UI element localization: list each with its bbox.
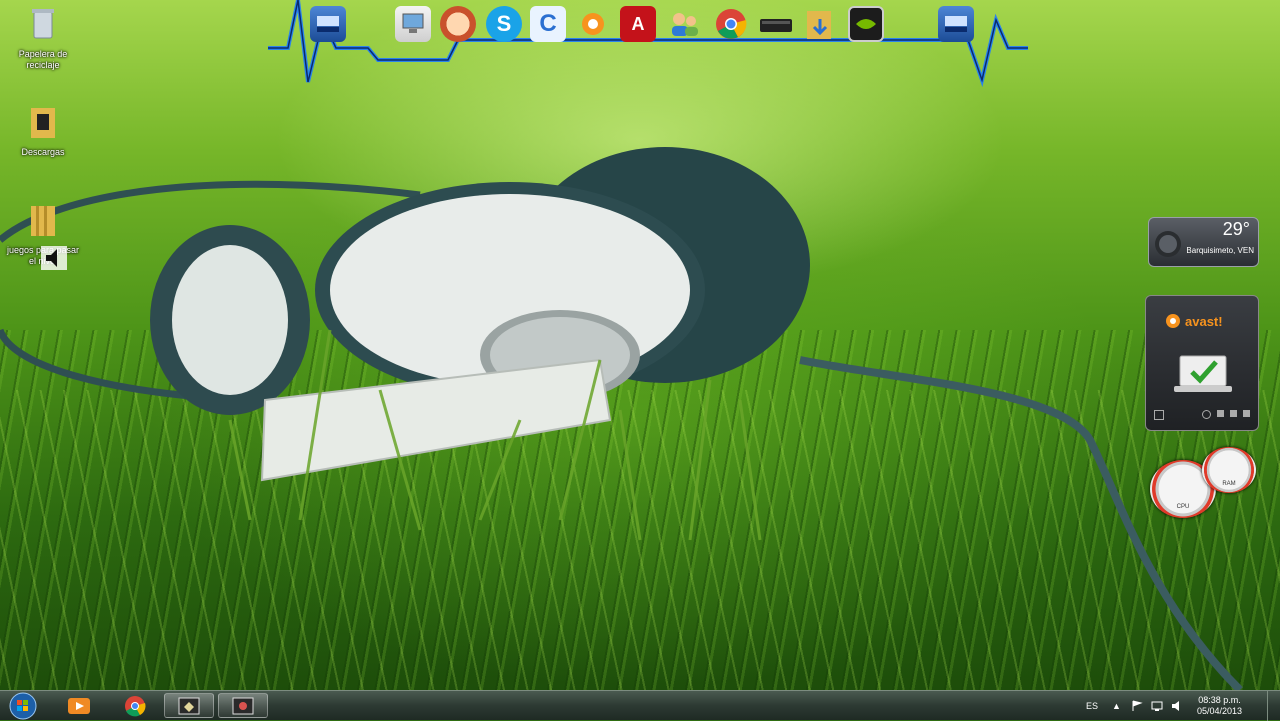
media-player-icon	[68, 697, 90, 714]
recycle-bin-label: Papelera de reciclaje	[18, 49, 68, 70]
weather-temperature: 29°	[1222, 219, 1250, 239]
language-indicator[interactable]: ES	[1086, 701, 1098, 711]
headphones-wallpaper-art	[0, 147, 1243, 690]
facebook-icon[interactable]	[1230, 410, 1237, 417]
downloads-desktop-icon[interactable]: Descargas	[3, 104, 83, 158]
ram-meter-label: RAM	[1222, 481, 1236, 487]
cloud-icon	[1155, 231, 1181, 257]
recycle-bin-icon	[32, 9, 54, 39]
system-tray: ES ▲ 08:38 p.m. 05/04/2013	[1086, 691, 1242, 721]
taskbar-app-window-2[interactable]	[218, 693, 268, 718]
taskbar: ES ▲ 08:38 p.m. 05/04/2013	[0, 690, 1280, 721]
downloads-label: Descargas	[21, 147, 65, 157]
recycle-bin-desktop-icon[interactable]: Papelera de reciclaje	[3, 6, 83, 71]
action-center-flag-icon[interactable]	[1131, 700, 1143, 712]
network-icon[interactable]	[310, 6, 346, 42]
skype-icon[interactable]: S	[486, 6, 522, 42]
ccleaner-icon[interactable]: C	[530, 6, 566, 42]
nvidia-icon[interactable]	[848, 6, 884, 42]
avast-icon	[1166, 314, 1180, 328]
protected-laptop-icon	[1174, 355, 1232, 392]
desktop-wallpaper	[0, 0, 1280, 690]
clock[interactable]: 08:38 p.m. 05/04/2013	[1197, 695, 1242, 717]
avast-logo: avast!	[1164, 312, 1223, 330]
clock-date: 05/04/2013	[1196, 706, 1242, 716]
weather-location: Barquisimeto, VEN	[1186, 246, 1254, 255]
volume-icon[interactable]	[1171, 700, 1183, 712]
folder-download-icon[interactable]	[802, 6, 838, 42]
folder-icon	[31, 108, 55, 138]
folder-icon	[31, 206, 55, 236]
app-window-icon	[178, 697, 200, 714]
avatar-icon[interactable]	[440, 6, 476, 42]
network-status-icon[interactable]	[1151, 700, 1163, 712]
top-dock: S C A	[268, 0, 1028, 88]
chrome-icon[interactable]	[713, 6, 749, 42]
avast-social-bar	[1154, 410, 1250, 420]
app-window-icon	[232, 697, 254, 714]
avast-icon[interactable]	[575, 6, 611, 42]
chrome-icon	[125, 695, 146, 716]
settings-icon[interactable]	[1154, 410, 1164, 420]
clock-time: 08:38 p.m.	[1198, 695, 1241, 705]
drive-icon[interactable]	[758, 6, 794, 42]
avast-brand: avast!	[1185, 313, 1223, 329]
windows-logo-icon	[9, 692, 37, 719]
show-desktop-button[interactable]	[1267, 691, 1280, 721]
users-icon[interactable]	[666, 6, 702, 42]
acrobat-icon[interactable]: A	[620, 6, 656, 42]
twitter-icon[interactable]	[1217, 410, 1224, 417]
computer-icon[interactable]	[395, 6, 431, 42]
cpu-meter-label: CPU	[1176, 504, 1190, 510]
network-icon[interactable]	[938, 6, 974, 42]
speaker-icon[interactable]	[41, 246, 67, 270]
taskbar-app-window-1[interactable]	[164, 693, 214, 718]
taskbar-media-player-button[interactable]	[54, 693, 104, 718]
start-button[interactable]	[4, 692, 42, 719]
share-icon[interactable]	[1243, 410, 1250, 417]
avast-gadget[interactable]: avast!	[1145, 295, 1259, 431]
taskbar-chrome-button[interactable]	[110, 693, 160, 718]
weather-gadget[interactable]: 29° Barquisimeto, VEN	[1148, 217, 1259, 267]
show-hidden-icons-icon[interactable]: ▲	[1112, 701, 1121, 711]
ram-meter-gadget[interactable]: RAM	[1202, 447, 1256, 493]
refresh-icon[interactable]	[1202, 410, 1211, 419]
